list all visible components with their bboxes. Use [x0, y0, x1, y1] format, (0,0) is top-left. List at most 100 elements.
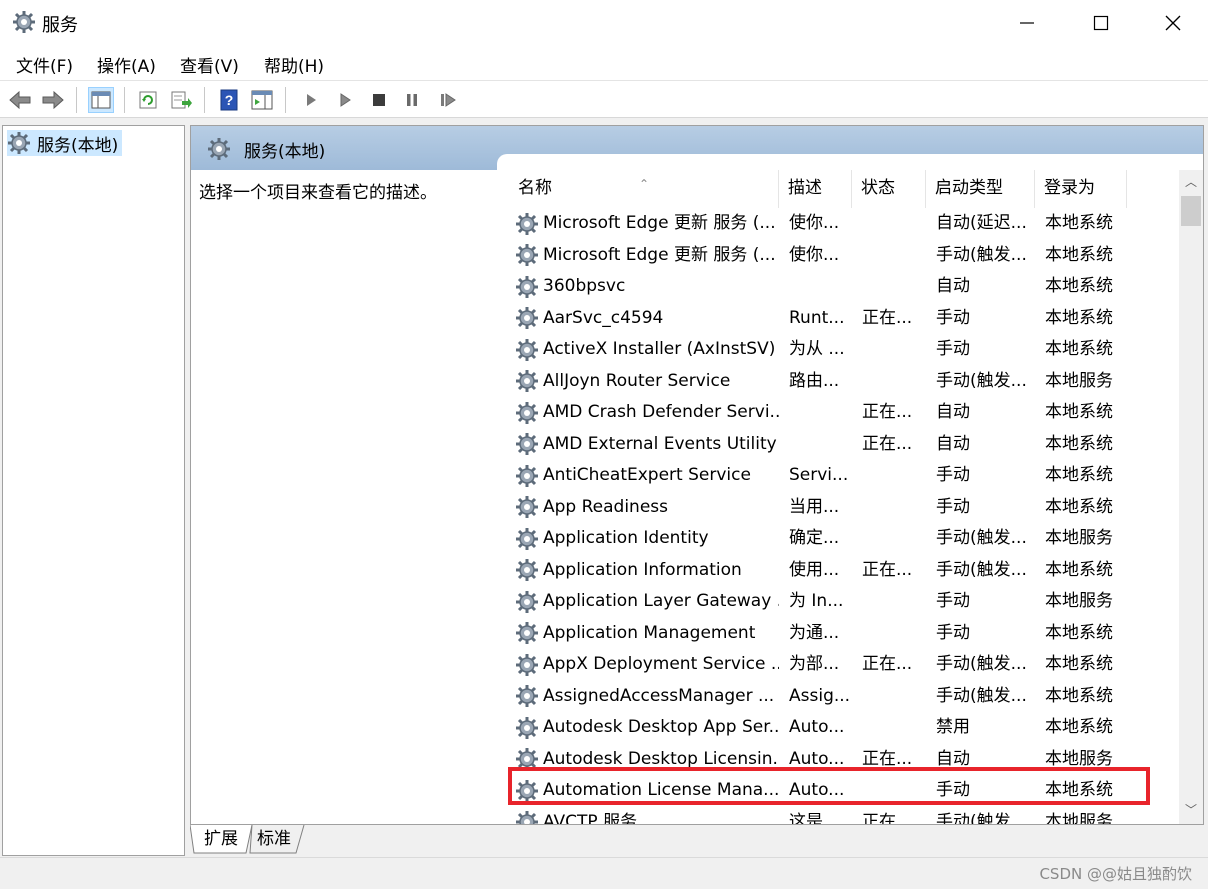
cell-log-on-as: 本地系统 [1045, 654, 1113, 674]
cell-name: AssignedAccessManager ... [509, 681, 779, 713]
scroll-up-icon[interactable]: ︿ [1179, 170, 1203, 192]
back-button[interactable] [7, 87, 33, 113]
tree-item-services-local[interactable]: 服务(本地) [7, 130, 123, 156]
forward-button[interactable] [40, 87, 66, 113]
table-row[interactable]: AMD External Events Utility 正在... 自动 本地系统 [509, 429, 1179, 461]
stop-icon [373, 94, 385, 106]
cell-log-on-as: 本地系统 [1045, 339, 1113, 359]
cell-log-on-as: 本地系统 [1045, 465, 1113, 485]
title-bar: 服务 [0, 0, 1208, 46]
show-action-pane-button[interactable] [249, 87, 275, 113]
restart-service-button[interactable] [435, 87, 461, 113]
table-row[interactable]: Application Layer Gateway ... 为 In... 手动 本地… [509, 586, 1179, 618]
cell-startup-type: 自动 [936, 748, 970, 769]
start-service-alt-button[interactable] [332, 87, 358, 113]
cell-description: 为部... [789, 654, 840, 674]
cell-status: 正在... [862, 402, 913, 422]
cell-description: Auto... [789, 717, 845, 737]
table-row[interactable]: AssignedAccessManager ... Assig... 手动(触发..… [509, 681, 1179, 713]
cell-log-on-as: 本地系统 [1045, 780, 1113, 800]
maximize-button[interactable] [1066, 0, 1136, 46]
cell-description: 使你... [789, 244, 840, 265]
services-gear-icon [207, 137, 231, 165]
cell-startup-type: 手动 [936, 496, 970, 517]
cell-name: Autodesk Desktop Licensin... [509, 744, 779, 776]
table-row[interactable]: Automation License Mana... Auto... 手动 本地系统 [509, 775, 1179, 807]
pause-service-button[interactable] [399, 87, 425, 113]
action-pane-icon [251, 90, 273, 110]
table-row[interactable]: AllJoyn Router Service 路由... 手动(触发... 本地服务 [509, 366, 1179, 398]
scrollbar-thumb[interactable] [1181, 196, 1201, 226]
back-arrow-icon [9, 90, 31, 110]
cell-startup-type: 禁用 [936, 717, 970, 737]
stop-service-button[interactable] [366, 87, 392, 113]
cell-name: AllJoyn Router Service [509, 366, 779, 398]
cell-status [862, 618, 926, 650]
toolbar: ? [0, 80, 1208, 118]
service-gear-icon [516, 401, 538, 424]
service-gear-icon [516, 244, 538, 267]
cell-log-on-as: 本地系统 [1045, 307, 1113, 328]
table-row[interactable]: ActiveX Installer (AxInstSV) 为从 ... 手动 本地系统 [509, 334, 1179, 366]
table-row[interactable]: 360bpsvc 自动 本地系统 [509, 271, 1179, 303]
table-row[interactable]: App Readiness 当用... 手动 本地系统 [509, 492, 1179, 524]
cell-startup-type: 自动 [936, 433, 970, 454]
tab-standard[interactable]: 标准 [249, 825, 299, 855]
column-header-startup-type[interactable]: 启动类型 [926, 170, 1035, 208]
table-row[interactable]: AMD Crash Defender Servi... 正在... 自动 本地系统 [509, 397, 1179, 429]
cell-description: 为通... [789, 622, 840, 643]
cell-log-on-as: 本地系统 [1045, 433, 1113, 454]
scroll-down-icon[interactable]: ﹀ [1179, 798, 1203, 820]
cell-name: Application Identity [509, 523, 779, 555]
cell-status [862, 523, 926, 555]
menu-action[interactable]: 操作(A) [97, 52, 156, 77]
help-button[interactable]: ? [216, 87, 242, 113]
table-row[interactable]: Autodesk Desktop Licensin... Auto... 正在...… [509, 744, 1179, 776]
cell-startup-type: 手动 [936, 591, 970, 611]
menu-file[interactable]: 文件(F) [16, 52, 73, 77]
column-header-status[interactable]: 状态 [852, 170, 926, 208]
cell-startup-type: 手动 [936, 780, 970, 800]
table-row[interactable]: Microsoft Edge 更新 服务 (... 使你... 自动(延迟... 本地… [509, 208, 1179, 240]
cell-name: Autodesk Desktop App Ser... [509, 712, 779, 744]
cell-startup-type: 手动(触发... [936, 370, 1027, 391]
show-console-tree-button[interactable] [88, 87, 114, 113]
table-row[interactable]: AVCTP 服务 这是... 正在... 手动(触发... 本地服务 [509, 807, 1179, 824]
cell-status: 正在... [862, 307, 913, 328]
table-row[interactable]: Application Information 使用... 正在... 手动(触发..… [509, 555, 1179, 587]
cell-startup-type: 手动 [936, 465, 970, 485]
minimize-button[interactable] [992, 0, 1062, 46]
cell-status: 正在... [862, 748, 913, 769]
cell-startup-type: 手动(触发... [936, 685, 1027, 706]
cell-description: 路由... [789, 370, 840, 391]
service-gear-icon [516, 590, 538, 613]
table-row[interactable]: AntiCheatExpert Service Servi... 手动 本地系统 [509, 460, 1179, 492]
table-row[interactable]: Autodesk Desktop App Ser... Auto... 禁用 本地系统 [509, 712, 1179, 744]
table-row[interactable]: Microsoft Edge 更新 服务 (... 使你... 手动(触发... 本地… [509, 240, 1179, 272]
menu-help[interactable]: 帮助(H) [264, 52, 324, 77]
refresh-icon [139, 91, 157, 109]
cell-description: Runt... [789, 307, 845, 328]
close-icon [1165, 15, 1181, 31]
table-row[interactable]: AarSvc_c4594 Runt... 正在... 手动 本地系统 [509, 303, 1179, 335]
table-row[interactable]: Application Management 为通... 手动 本地系统 [509, 618, 1179, 650]
cell-log-on-as: 本地系统 [1045, 213, 1113, 233]
window-title: 服务 [42, 15, 78, 36]
column-header-description[interactable]: 描述 [779, 170, 852, 208]
vertical-scrollbar[interactable]: ︿ ﹀ [1179, 170, 1203, 824]
table-row[interactable]: Application Identity 确定... 手动(触发... 本地服务 [509, 523, 1179, 555]
column-header-name[interactable]: 名称 ⌃ [509, 170, 779, 208]
refresh-button[interactable] [135, 87, 161, 113]
cell-name: AVCTP 服务 [509, 807, 779, 824]
start-service-button[interactable] [298, 87, 324, 113]
menu-view[interactable]: 查看(V) [180, 52, 239, 77]
close-button[interactable] [1138, 0, 1208, 46]
services-gear-icon [12, 10, 36, 34]
column-header-log-on-as[interactable]: 登录为 [1035, 170, 1127, 208]
table-row[interactable]: AppX Deployment Service ... 为部... 正在... 手动(… [509, 649, 1179, 681]
tab-extended[interactable]: 扩展 [196, 825, 246, 855]
cell-status [862, 460, 926, 492]
status-bar: CSDN @@姑且独酌饮 [0, 857, 1208, 889]
cell-description: Assig... [789, 685, 851, 706]
export-list-button[interactable] [168, 87, 194, 113]
